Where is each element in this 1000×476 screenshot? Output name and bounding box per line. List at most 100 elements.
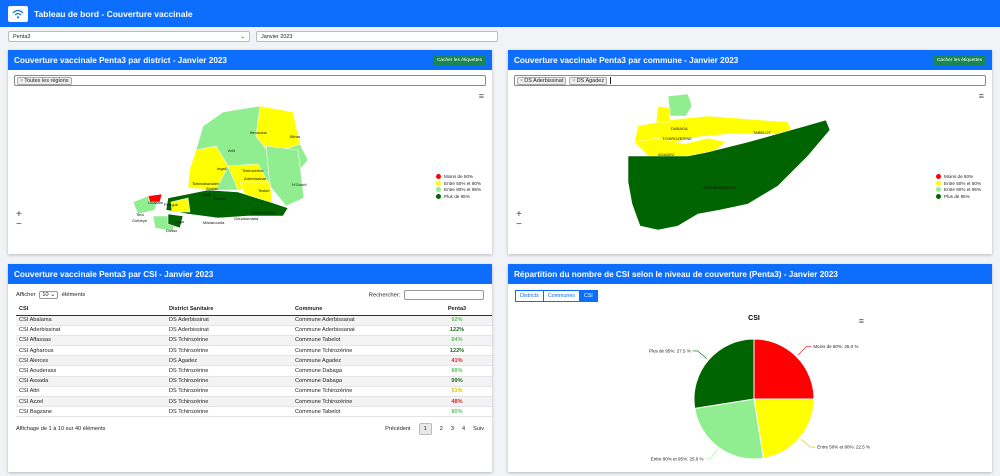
table-info: Affichage de 1 à 10 sur 40 éléments xyxy=(16,426,106,433)
search-input[interactable] xyxy=(404,290,484,300)
csi-cell: CSI Agharous xyxy=(16,345,166,357)
commune-cell: Commune Tabelot xyxy=(292,335,422,347)
pie-slice[interactable] xyxy=(753,398,815,459)
csi-cell: CSI Alerces xyxy=(16,355,166,367)
district-tag[interactable]: × DS Agadez xyxy=(569,76,608,85)
chevron-down-icon: ⌄ xyxy=(240,33,245,40)
svg-text:Bouza: Bouza xyxy=(214,196,226,201)
column-header-csi[interactable]: CSI xyxy=(16,304,166,316)
csi-cell: CSI Aderbissinat xyxy=(16,325,166,336)
page-button[interactable]: 1 xyxy=(418,423,432,436)
district-tag[interactable]: × DS Aderbissinat xyxy=(517,76,567,85)
remove-tag-icon[interactable]: × xyxy=(572,78,575,84)
column-header-commune[interactable]: Commune xyxy=(292,304,422,316)
pie-chart: CSI Moins de 50%: 25.0 % Entre 50% et 80%… xyxy=(649,315,870,461)
commune-cell: Commune Dabaga xyxy=(292,365,422,377)
period-input-value: Janvier 2023 xyxy=(261,33,293,40)
region-tag[interactable]: × Toutes les régions xyxy=(17,76,72,85)
map-zoom-controls: + − xyxy=(516,210,522,230)
hide-labels-button[interactable]: Cacher les étiquettes xyxy=(932,54,986,66)
commune-map-panel: Couverture vaccinale Penta3 par commune … xyxy=(508,50,992,254)
zoom-out-button[interactable]: − xyxy=(516,220,522,230)
table-header-row: CSI District Sanitaire Commune Penta3 xyxy=(16,304,492,316)
table-row[interactable]: CSI Aouderass DS Tchirozérine Commune Daba… xyxy=(16,365,492,377)
table-row[interactable]: CSI Attri DS Tchirozérine Commune Tchirozé… xyxy=(16,386,492,398)
page-button[interactable]: 2 xyxy=(440,426,443,432)
legend-item: Entre 80% et 95% xyxy=(436,187,481,192)
filter-bar: Penta3 ⌄ Janvier 2023 xyxy=(8,31,498,42)
pie-slice[interactable] xyxy=(693,338,755,409)
district-map-header: Couverture vaccinale Penta3 par district… xyxy=(8,50,492,70)
table-controls: Afficher 10 ⌄ éléments Rechercher: xyxy=(8,284,492,302)
region-tag-input[interactable]: × Toutes les régions xyxy=(14,75,486,86)
vaccine-select[interactable]: Penta3 ⌄ xyxy=(8,31,250,42)
page-button[interactable]: 3 xyxy=(451,426,454,432)
svg-text:Mainé-Soroa: Mainé-Soroa xyxy=(252,210,276,215)
page-button[interactable]: 4 xyxy=(462,426,465,432)
district-map-svg[interactable]: Iferouane Bilma Arlit Ingall Tchirozérin… xyxy=(8,86,492,241)
tab-districts[interactable]: Districts xyxy=(515,290,544,302)
pie-slice[interactable] xyxy=(694,398,764,460)
csi-table: CSI District Sanitaire Commune Penta3 CS… xyxy=(16,304,492,418)
svg-text:TCHIROZERINE: TCHIROZERINE xyxy=(662,136,692,141)
csi-table-panel: Couverture vaccinale Penta3 par CSI - Ja… xyxy=(8,264,492,472)
district-map-panel: Couverture vaccinale Penta3 par district… xyxy=(8,50,492,254)
pie-connector xyxy=(692,350,708,359)
district-cell: DS Tchirozérine xyxy=(166,365,292,377)
commune-map-svg[interactable]: TABELOT DABAGA TCHIROZERINE AGADEZ AZERB… xyxy=(508,86,992,234)
hide-labels-button[interactable]: Cacher les étiquettes xyxy=(432,54,486,66)
period-input[interactable]: Janvier 2023 xyxy=(256,31,498,42)
table-row[interactable]: CSI Alerces DS Agadez Commune Agadez 41% xyxy=(16,355,492,367)
text-cursor xyxy=(610,77,612,84)
pie-data-label: Plus de 95%: 27.5 % xyxy=(649,348,691,353)
pie-connector xyxy=(705,448,718,460)
district-tag-input[interactable]: × DS Aderbissinat × DS Agadez xyxy=(514,75,986,86)
chart-title: CSI xyxy=(748,315,760,322)
svg-text:Ingall: Ingall xyxy=(217,166,227,171)
commune-map[interactable]: ≡ TABELOT DABAGA TCHIROZERINE AGADEZ AZE… xyxy=(508,86,992,234)
table-row[interactable]: CSI Bagzane DS Tchirozérine Commune Tabelo… xyxy=(16,406,492,418)
penta3-cell: 80% xyxy=(422,406,492,418)
next-page-button[interactable]: Suiv xyxy=(473,426,484,432)
column-header-penta3[interactable]: Penta3 xyxy=(422,304,492,316)
svg-text:Gothèye: Gothèye xyxy=(132,218,148,223)
tab-communes[interactable]: Communes xyxy=(543,290,580,302)
svg-text:Goudoumaria: Goudoumaria xyxy=(234,216,259,221)
commune-cell: Commune Aderbissanat xyxy=(292,325,422,336)
tab-csi[interactable]: CSI xyxy=(579,290,598,302)
zoom-out-button[interactable]: − xyxy=(16,220,22,230)
page-length-select[interactable]: 10 ⌄ xyxy=(39,291,59,299)
district-cell: DS Aderbissinat xyxy=(166,315,292,326)
district-map[interactable]: ≡ Iferouane Bilma Arlit Ingall Tchirozér… xyxy=(8,86,492,241)
map-zoom-controls: + − xyxy=(16,210,22,230)
csi-cell: CSI Affassas xyxy=(16,335,166,347)
table-row[interactable]: CSI Azzel DS Tchirozérine Commune Tchirozé… xyxy=(16,396,492,408)
penta3-cell: 84% xyxy=(422,335,492,347)
table-row[interactable]: CSI Assada DS Tchirozérine Commune Dabaga 9… xyxy=(16,376,492,387)
column-header-district[interactable]: District Sanitaire xyxy=(166,304,292,316)
district-cell: DS Tchirozérine xyxy=(166,376,292,387)
table-row[interactable]: CSI Aderbissinat DS Aderbissinat Commune A… xyxy=(16,325,492,336)
legend-dot xyxy=(436,180,441,186)
legend-dot xyxy=(436,193,441,199)
penta3-cell: 99% xyxy=(422,376,492,387)
remove-tag-icon[interactable]: × xyxy=(20,78,23,84)
table-row[interactable]: CSI Agharous DS Tchirozérine Commune Tchir… xyxy=(16,345,492,357)
svg-text:Arlit: Arlit xyxy=(228,148,236,153)
menu-icon[interactable]: ≡ xyxy=(979,91,984,101)
svg-text:Aderbissinat: Aderbissinat xyxy=(244,176,267,181)
svg-text:Loga: Loga xyxy=(175,219,185,224)
commune-cell: Commune Tchirozérine xyxy=(292,396,422,408)
svg-text:Iferouane: Iferouane xyxy=(250,130,268,135)
svg-text:Bilma: Bilma xyxy=(290,134,301,139)
legend-item: Entre 50% et 80% xyxy=(436,180,481,186)
remove-tag-icon[interactable]: × xyxy=(520,78,523,84)
csi-cell: CSI Assada xyxy=(16,376,166,387)
table-row[interactable]: CSI Affassas DS Tchirozérine Commune Tabel… xyxy=(16,335,492,347)
penta3-cell: 51% xyxy=(422,386,492,398)
table-row[interactable]: CSI Abalama DS Aderbissinat Commune Aderbi… xyxy=(16,315,492,326)
previous-page-button[interactable]: Précédent xyxy=(385,426,411,432)
svg-text:Dosso: Dosso xyxy=(166,228,178,233)
menu-icon[interactable]: ≡ xyxy=(479,91,484,101)
svg-text:Abalak: Abalak xyxy=(206,186,218,191)
